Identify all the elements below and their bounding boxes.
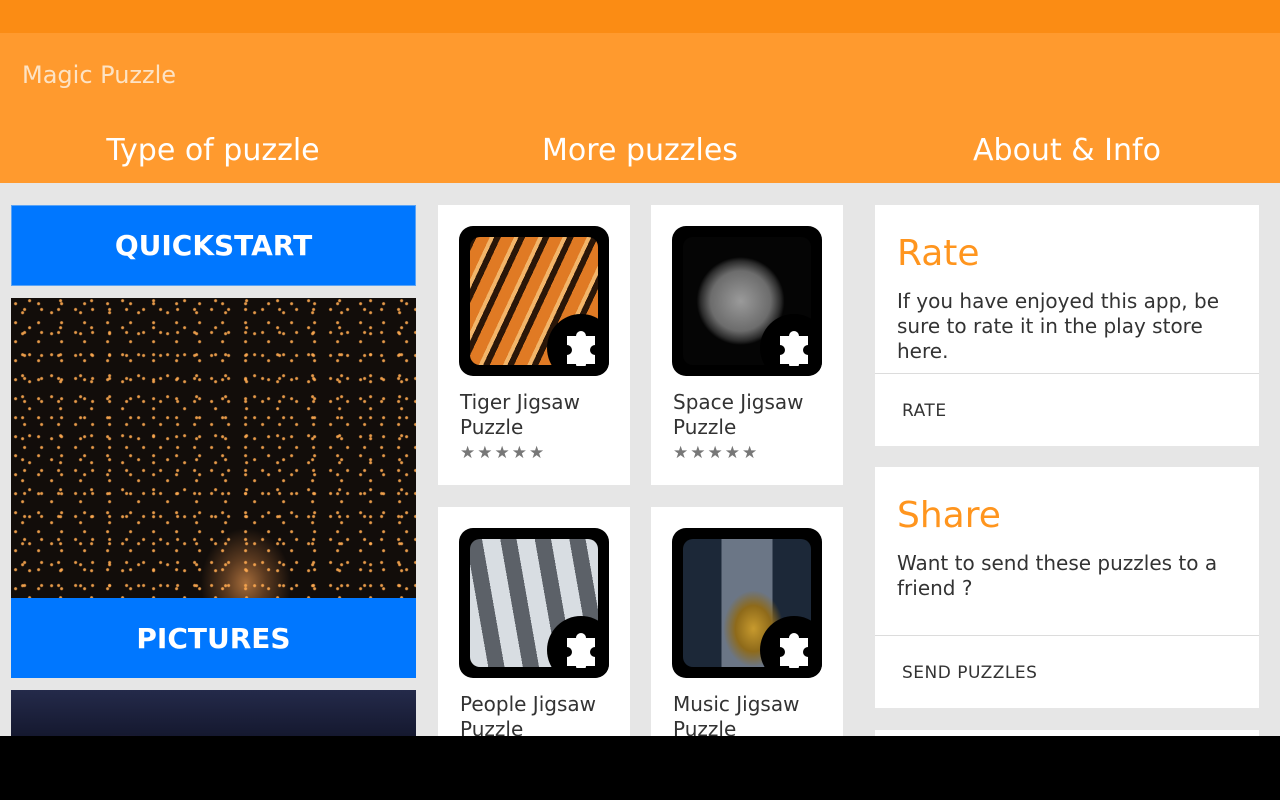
quickstart-button[interactable]: QUICKSTART [11, 205, 416, 286]
tab-more-puzzles[interactable]: More puzzles [427, 133, 853, 168]
category-card-preview[interactable] [11, 690, 416, 736]
pictures-card[interactable]: PICTURES [11, 298, 416, 678]
puzzle-thumbnail [672, 528, 822, 678]
status-bar [0, 0, 1280, 33]
puzzle-title: Tiger Jigsaw Puzzle [460, 390, 580, 439]
share-heading: Share [897, 495, 1001, 536]
puzzle-thumbnail [459, 226, 609, 376]
rating-stars: ★★★★★ [460, 443, 547, 463]
puzzle-thumbnail [672, 226, 822, 376]
puzzle-card-space[interactable]: Space Jigsaw Puzzle ★★★★★ [651, 205, 843, 485]
puzzle-piece-icon [547, 314, 609, 376]
puzzle-card-music[interactable]: Music Jigsaw Puzzle [651, 507, 843, 736]
share-text: Want to send these puzzles to a friend ? [897, 551, 1218, 600]
send-puzzles-button[interactable]: SEND PUZZLES [902, 663, 1037, 683]
puzzle-piece-icon [547, 616, 609, 678]
rate-heading: Rate [897, 233, 980, 274]
divider [875, 635, 1259, 636]
puzzle-title: People Jigsaw Puzzle [460, 692, 596, 736]
divider [875, 373, 1259, 374]
rate-button[interactable]: RATE [902, 401, 947, 421]
navigation-bar [0, 736, 1280, 800]
tab-type-of-puzzle[interactable]: Type of puzzle [0, 133, 426, 168]
puzzle-piece-icon [760, 616, 822, 678]
pictures-preview-image [11, 298, 416, 598]
rate-card: Rate If you have enjoyed this app, be su… [875, 205, 1259, 446]
pictures-button[interactable]: PICTURES [11, 598, 416, 678]
puzzle-title: Music Jigsaw Puzzle [673, 692, 800, 736]
main-content: QUICKSTART PICTURES Tiger Jigsaw Puzzle … [0, 183, 1280, 736]
share-card: Share Want to send these puzzles to a fr… [875, 467, 1259, 708]
rating-stars: ★★★★★ [673, 443, 760, 463]
app-bar: Magic Puzzle Type of puzzle More puzzles… [0, 33, 1280, 183]
rate-text: If you have enjoyed this app, be sure to… [897, 289, 1220, 363]
puzzle-piece-icon [760, 314, 822, 376]
puzzle-thumbnail [459, 528, 609, 678]
tab-about-info[interactable]: About & Info [854, 133, 1280, 168]
app-title: Magic Puzzle [22, 61, 177, 89]
puzzle-title: Space Jigsaw Puzzle [673, 390, 804, 439]
puzzle-card-people[interactable]: People Jigsaw Puzzle [438, 507, 630, 736]
puzzle-card-tiger[interactable]: Tiger Jigsaw Puzzle ★★★★★ [438, 205, 630, 485]
